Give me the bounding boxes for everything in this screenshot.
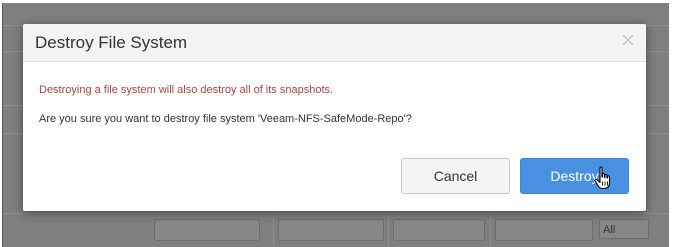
destroy-file-system-dialog: Destroy File System Destroying a file sy… [23, 24, 646, 211]
cancel-button[interactable]: Cancel [401, 158, 510, 194]
background-filter-input [278, 219, 384, 241]
background-column-divider [273, 213, 274, 247]
warning-message: Destroying a file system will also destr… [39, 84, 334, 96]
background-filter-input [154, 219, 260, 241]
background-column-divider [490, 213, 491, 247]
background-filter-input [393, 219, 485, 241]
dialog-title: Destroy File System [35, 33, 188, 52]
hand-pointer-icon [593, 166, 613, 190]
close-icon[interactable] [620, 32, 636, 48]
background-filter-select: All [599, 219, 649, 239]
background-divider [3, 213, 669, 214]
background-filter-input [495, 219, 593, 241]
confirmation-message: Are you sure you want to destroy file sy… [39, 113, 412, 125]
dialog-header: Destroy File System [23, 24, 646, 62]
background-column-divider [388, 213, 389, 247]
